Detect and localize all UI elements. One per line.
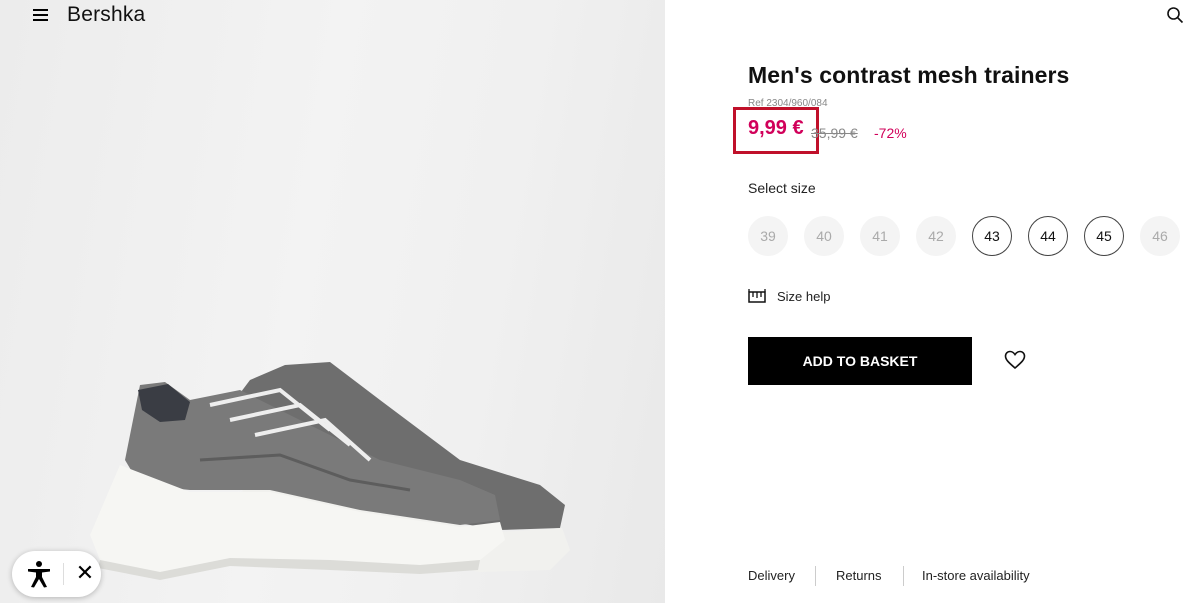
discount-badge: -72% [874, 125, 907, 141]
returns-link[interactable]: Returns [836, 568, 882, 583]
size-option[interactable]: 43 [972, 216, 1012, 256]
divider [63, 563, 64, 585]
divider [903, 566, 904, 586]
hamburger-menu-icon[interactable] [33, 8, 49, 22]
product-image-panel: Bershka ✕ [0, 0, 665, 603]
heart-icon[interactable] [1004, 350, 1026, 370]
size-help-label: Size help [777, 288, 831, 304]
delivery-link[interactable]: Delivery [748, 568, 795, 583]
size-help-link[interactable]: Size help [748, 286, 830, 306]
size-option[interactable]: 42 [916, 216, 956, 256]
brand-logo[interactable]: Bershka [67, 3, 145, 27]
select-size-label: Select size [748, 180, 816, 196]
size-option[interactable]: 40 [804, 216, 844, 256]
search-icon[interactable] [1166, 6, 1184, 24]
size-option[interactable]: 46 [1140, 216, 1180, 256]
sale-price: 9,99 € [748, 117, 804, 139]
ruler-icon [748, 289, 766, 303]
size-option[interactable]: 45 [1084, 216, 1124, 256]
accessibility-icon[interactable] [26, 560, 52, 588]
original-price: 35,99 € [811, 125, 858, 141]
product-image [90, 362, 570, 580]
site-header: Bershka [0, 0, 665, 32]
add-to-basket-button[interactable]: ADD TO BASKET [748, 337, 972, 385]
accessibility-widget: ✕ [12, 551, 101, 597]
size-option[interactable]: 44 [1028, 216, 1068, 256]
product-title: Men's contrast mesh trainers [748, 62, 1070, 88]
close-icon[interactable]: ✕ [72, 559, 98, 587]
divider [815, 566, 816, 586]
size-option[interactable]: 39 [748, 216, 788, 256]
in-store-availability-link[interactable]: In-store availability [922, 568, 1030, 583]
size-option[interactable]: 41 [860, 216, 900, 256]
